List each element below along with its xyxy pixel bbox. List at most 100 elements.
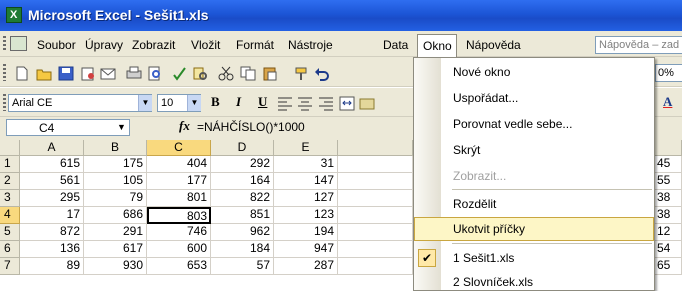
grid-cell[interactable]: 55: [655, 173, 682, 190]
grid-cell[interactable]: 177: [147, 173, 211, 190]
column-header[interactable]: E: [274, 140, 338, 156]
column-header[interactable]: [655, 140, 682, 156]
column-header[interactable]: D: [211, 140, 274, 156]
print-preview-icon[interactable]: [147, 66, 163, 81]
menu-item-freeze-panes[interactable]: Ukotvit příčky: [414, 217, 654, 241]
print-icon[interactable]: [126, 66, 142, 81]
menu-item-workbook-2[interactable]: 2 Slovníček.xls: [414, 270, 654, 291]
undo-icon[interactable]: [314, 66, 330, 81]
grid-cell[interactable]: 38: [655, 190, 682, 207]
grid-cell[interactable]: 79: [84, 190, 147, 207]
italic-button[interactable]: I: [236, 94, 241, 110]
zoom-box[interactable]: 0%: [655, 64, 682, 82]
grid-cell[interactable]: 746: [147, 224, 211, 241]
align-left-icon[interactable]: [277, 96, 293, 111]
grid-cell[interactable]: 292: [211, 156, 274, 173]
spelling-icon[interactable]: [172, 66, 188, 81]
row-header[interactable]: 3: [0, 190, 20, 207]
grid-cell[interactable]: 12: [655, 224, 682, 241]
grid-cell[interactable]: 872: [20, 224, 84, 241]
grid-cell[interactable]: 851: [211, 207, 274, 224]
menu-item-split[interactable]: Rozdělit: [414, 192, 654, 216]
toolbar-grip-icon[interactable]: [3, 64, 6, 81]
grid-cell[interactable]: 65: [655, 258, 682, 275]
grid-cell[interactable]: 615: [20, 156, 84, 173]
row-header[interactable]: 6: [0, 241, 20, 258]
row-header[interactable]: 1: [0, 156, 20, 173]
grid-cell[interactable]: 930: [84, 258, 147, 275]
align-center-icon[interactable]: [297, 96, 313, 111]
grid-cell[interactable]: 803: [147, 207, 211, 224]
menu-item-workbook-1[interactable]: ✔ 1 Sešit1.xls: [414, 246, 654, 270]
menu-data[interactable]: Data: [383, 38, 408, 52]
row-header[interactable]: 5: [0, 224, 20, 241]
row-header[interactable]: 7: [0, 258, 20, 275]
menu-upravy[interactable]: Úpravy: [85, 38, 123, 52]
grid-cell[interactable]: 561: [20, 173, 84, 190]
copy-icon[interactable]: [240, 66, 256, 81]
grid-cell[interactable]: [338, 207, 413, 224]
select-all-corner[interactable]: [0, 140, 20, 156]
excel-icon[interactable]: X: [6, 7, 22, 23]
formula-input[interactable]: =NÁHČÍSLO()*1000: [197, 120, 305, 134]
grid-cell[interactable]: 38: [655, 207, 682, 224]
grid-cell[interactable]: [338, 224, 413, 241]
column-header[interactable]: A: [20, 140, 84, 156]
grid-cell[interactable]: [338, 173, 413, 190]
name-box[interactable]: C4: [6, 119, 130, 136]
grid-cell[interactable]: 17: [20, 207, 84, 224]
paste-icon[interactable]: [262, 66, 278, 81]
toolbar-grip-icon[interactable]: [3, 36, 6, 52]
chevron-down-icon[interactable]: ▼: [117, 122, 126, 132]
bold-button[interactable]: B: [211, 94, 220, 110]
row-header[interactable]: 4: [0, 207, 20, 224]
menu-vlozit[interactable]: Vložit: [191, 38, 220, 52]
grid-cell[interactable]: 184: [211, 241, 274, 258]
menu-format[interactable]: Formát: [236, 38, 274, 52]
menu-nastroje[interactable]: Nástroje: [288, 38, 333, 52]
grid-cell[interactable]: 123: [274, 207, 338, 224]
menu-soubor[interactable]: Soubor: [37, 38, 76, 52]
grid-cell[interactable]: 291: [84, 224, 147, 241]
grid-cell[interactable]: 600: [147, 241, 211, 258]
font-color-button[interactable]: A: [663, 94, 672, 110]
row-header[interactable]: 2: [0, 173, 20, 190]
font-name-combo[interactable]: Arial CE: [8, 94, 152, 112]
open-folder-icon[interactable]: [36, 66, 52, 81]
grid-cell[interactable]: 617: [84, 241, 147, 258]
new-document-icon[interactable]: [14, 66, 30, 81]
grid-cell[interactable]: 194: [274, 224, 338, 241]
toolbar-grip-icon[interactable]: [3, 94, 6, 111]
grid-cell[interactable]: 31: [274, 156, 338, 173]
grid-cell[interactable]: 54: [655, 241, 682, 258]
chevron-down-icon[interactable]: ▼: [138, 95, 152, 111]
column-header[interactable]: B: [84, 140, 147, 156]
grid-cell[interactable]: 801: [147, 190, 211, 207]
grid-cell[interactable]: 686: [84, 207, 147, 224]
currency-icon[interactable]: [359, 96, 375, 111]
menu-item-new-window[interactable]: Nové okno: [414, 60, 654, 84]
help-search-input[interactable]: Nápověda – zad: [595, 36, 682, 54]
grid-cell[interactable]: 105: [84, 173, 147, 190]
grid-cell[interactable]: 45: [655, 156, 682, 173]
underline-button[interactable]: U: [258, 94, 267, 110]
column-header[interactable]: [338, 140, 413, 156]
grid-cell[interactable]: 962: [211, 224, 274, 241]
grid-cell[interactable]: 404: [147, 156, 211, 173]
fx-icon[interactable]: fx: [179, 118, 190, 134]
grid-cell[interactable]: 287: [274, 258, 338, 275]
menu-napoveda[interactable]: Nápověda: [466, 38, 521, 52]
grid-cell[interactable]: [338, 258, 413, 275]
permission-icon[interactable]: [80, 66, 96, 81]
grid-cell[interactable]: [338, 156, 413, 173]
menu-item-compare-side-by-side[interactable]: Porovnat vedle sebe...: [414, 112, 654, 136]
grid-cell[interactable]: 822: [211, 190, 274, 207]
align-right-icon[interactable]: [318, 96, 334, 111]
save-icon[interactable]: [58, 66, 74, 81]
format-painter-icon[interactable]: [294, 66, 310, 81]
menu-zobrazit[interactable]: Zobrazit: [132, 38, 175, 52]
menu-okno[interactable]: Okno: [417, 34, 457, 57]
email-icon[interactable]: [100, 66, 116, 81]
column-header[interactable]: C: [147, 140, 211, 156]
grid-cell[interactable]: 136: [20, 241, 84, 258]
